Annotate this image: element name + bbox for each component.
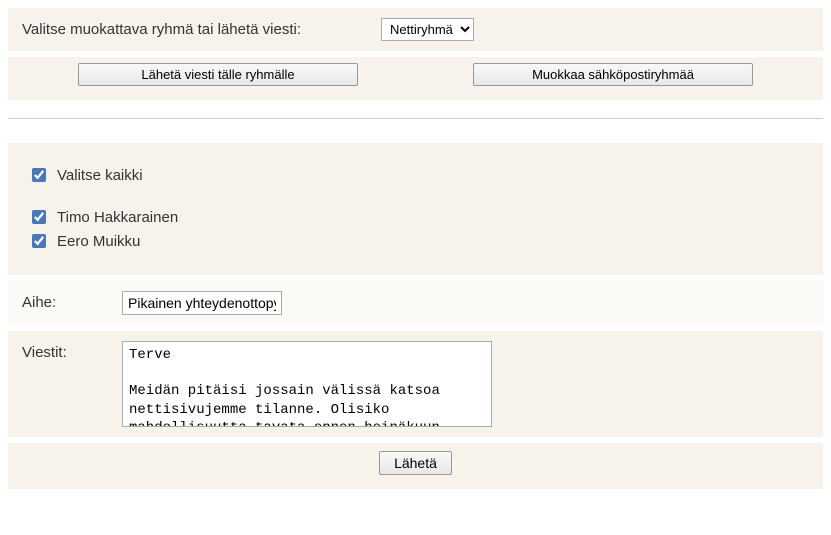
recipient-checkbox[interactable] — [32, 210, 46, 224]
select-all-checkbox[interactable] — [32, 168, 46, 182]
recipients-panel: Valitse kaikki Timo Hakkarainen Eero Mui… — [8, 143, 823, 275]
select-all-row[interactable]: Valitse kaikki — [28, 165, 803, 185]
recipient-name: Eero Muikku — [57, 233, 140, 250]
subject-label: Aihe: — [22, 291, 122, 311]
send-button[interactable]: Lähetä — [379, 451, 452, 475]
subject-input[interactable] — [122, 291, 282, 315]
group-select[interactable]: Nettiryhmä — [381, 18, 474, 41]
edit-email-group-button[interactable]: Muokkaa sähköpostiryhmää — [473, 63, 753, 86]
recipient-name: Timo Hakkarainen — [57, 209, 178, 226]
group-select-label: Valitse muokattava ryhmä tai lähetä vies… — [22, 21, 301, 38]
send-row: Lähetä — [8, 443, 823, 489]
message-textarea[interactable] — [122, 341, 492, 427]
recipient-row[interactable]: Eero Muikku — [28, 231, 803, 251]
recipient-checkbox[interactable] — [32, 234, 46, 248]
section-divider — [8, 118, 823, 119]
recipient-row[interactable]: Timo Hakkarainen — [28, 207, 803, 227]
message-label: Viestit: — [22, 341, 122, 361]
action-button-row: Lähetä viesti tälle ryhmälle Muokkaa säh… — [8, 57, 823, 100]
group-select-panel: Valitse muokattava ryhmä tai lähetä vies… — [8, 8, 823, 51]
select-all-label: Valitse kaikki — [57, 167, 143, 184]
message-row: Viestit: — [8, 331, 823, 437]
subject-row: Aihe: — [8, 281, 823, 325]
send-to-group-button[interactable]: Lähetä viesti tälle ryhmälle — [78, 63, 358, 86]
